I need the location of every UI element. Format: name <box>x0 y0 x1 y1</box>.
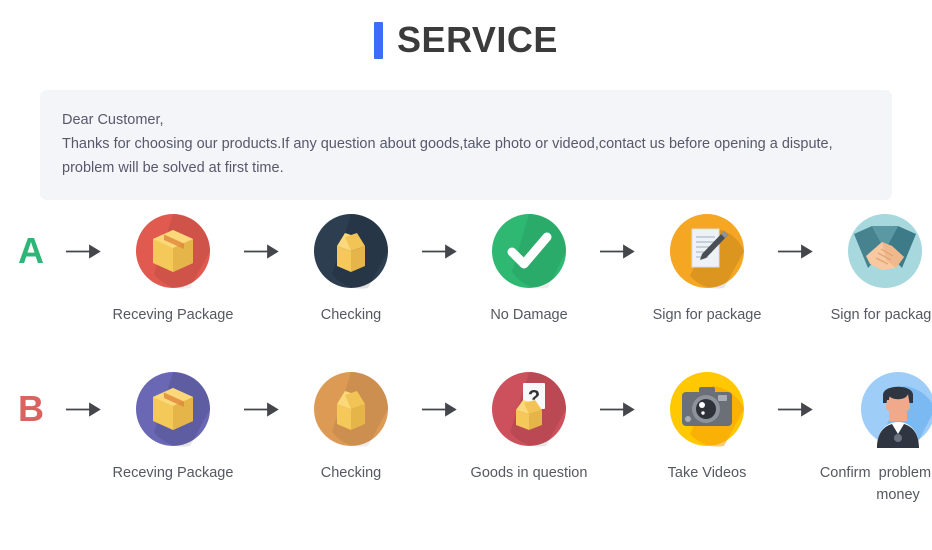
question-box-icon: ? <box>490 370 568 448</box>
flow-letter-b: B <box>18 388 44 429</box>
package-box-icon <box>134 370 212 448</box>
customer-notice-banner: Dear Customer, Thanks for choosing our p… <box>40 90 892 200</box>
document-pen-icon <box>668 212 746 290</box>
step-a-3: No Damage <box>462 212 596 326</box>
right-arrow-icon <box>418 212 462 290</box>
right-arrow-icon <box>774 212 818 290</box>
page-title: SERVICE <box>0 0 932 60</box>
flow-letter-a: A <box>18 230 44 271</box>
open-box-icon <box>312 212 390 290</box>
step-label: Sign for package <box>652 307 762 323</box>
page-title-text: SERVICE <box>397 19 558 60</box>
notice-line-1: Dear Customer, <box>62 112 164 128</box>
step-label: Receving Package <box>112 465 234 481</box>
flow-row-a: A Receving Package Checking No Damage Si… <box>0 212 932 326</box>
step-a-5: Sign for package <box>818 212 932 326</box>
step-b-2: Checking <box>284 370 418 484</box>
step-a-2: Checking <box>284 212 418 326</box>
right-arrow-icon <box>240 370 284 448</box>
person-avatar-icon <box>859 370 932 448</box>
right-arrow-icon <box>774 370 818 448</box>
flow-row-b: B Receving Package Checking ? Goods in q… <box>0 370 932 506</box>
step-label: Sign for package <box>830 307 932 323</box>
right-arrow-icon <box>240 212 284 290</box>
step-b-3: ? Goods in question <box>462 370 596 484</box>
step-label: Take Videos <box>667 465 747 481</box>
service-infographic-page: SERVICE Dear Customer, Thanks for choosi… <box>0 0 932 550</box>
step-label: Goods in question <box>470 465 588 481</box>
step-b-5: Confirm problem,refund money <box>818 370 932 506</box>
step-label: Receving Package <box>112 307 234 323</box>
step-label: No Damage <box>490 307 568 323</box>
right-arrow-icon <box>62 370 106 448</box>
step-label: Checking <box>320 465 382 481</box>
step-label: Checking <box>320 307 382 323</box>
step-a-4: Sign for package <box>640 212 774 326</box>
title-accent-bar <box>374 21 384 59</box>
right-arrow-icon <box>596 212 640 290</box>
right-arrow-icon <box>62 212 106 290</box>
step-b-1: Receving Package <box>106 370 240 484</box>
step-label: Confirm problem,refund money <box>819 465 932 503</box>
notice-line-2: Thanks for choosing our products.If any … <box>62 136 833 152</box>
step-a-1: Receving Package <box>106 212 240 326</box>
camera-icon <box>668 370 746 448</box>
check-mark-icon <box>490 212 568 290</box>
package-box-icon <box>134 212 212 290</box>
right-arrow-icon <box>596 370 640 448</box>
notice-line-3: problem will be solved at first time. <box>62 160 284 176</box>
right-arrow-icon <box>418 370 462 448</box>
handshake-icon <box>846 212 924 290</box>
step-b-4: Take Videos <box>640 370 774 484</box>
open-box-icon <box>312 370 390 448</box>
